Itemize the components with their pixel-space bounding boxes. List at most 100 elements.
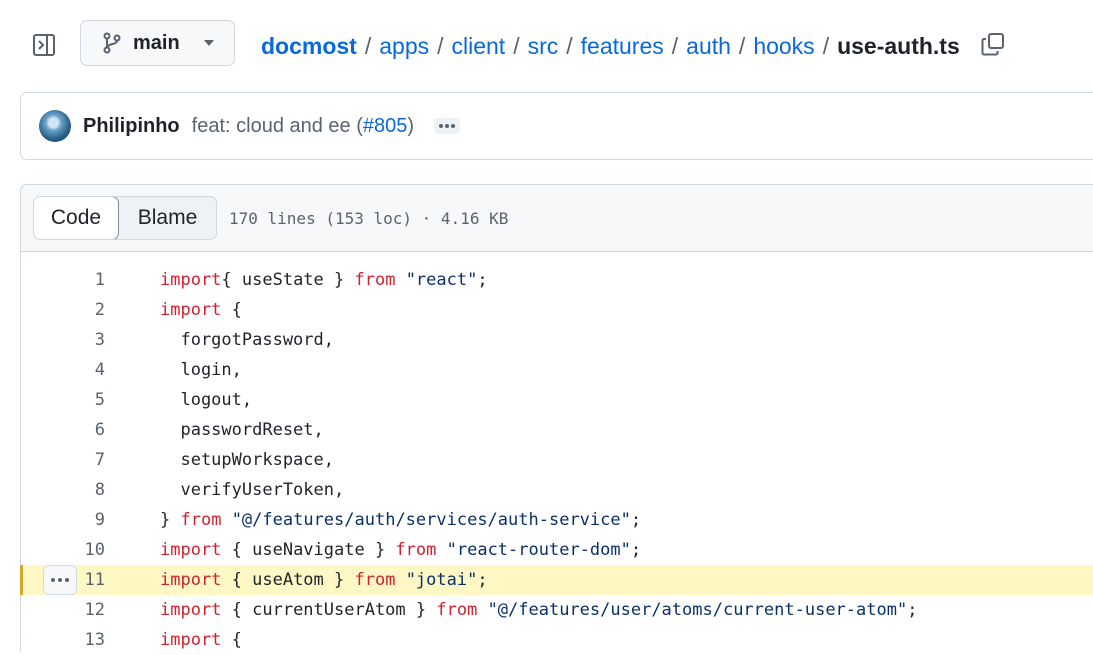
git-branch-icon xyxy=(103,32,121,54)
line-number[interactable]: 3 xyxy=(21,325,105,355)
breadcrumb-link-hooks[interactable]: hooks xyxy=(753,33,814,60)
code-text: { currentUserAtom } xyxy=(221,600,437,620)
triangle-down-icon xyxy=(202,38,216,48)
code-keyword: import xyxy=(160,300,222,320)
code-string: "@/features/user/atoms/current-user-atom… xyxy=(487,600,908,620)
code-string: "@/features/auth/services/auth-service" xyxy=(231,510,631,530)
line-code: setupWorkspace, xyxy=(160,445,334,475)
code-text: ; xyxy=(477,270,488,290)
code-text: verifyUserToken, xyxy=(160,480,345,500)
avatar[interactable] xyxy=(39,110,71,142)
line-code: login, xyxy=(160,355,241,385)
line-code: logout, xyxy=(160,385,252,415)
code-line[interactable]: 11 import { useAtom } from "jotai"; xyxy=(20,565,1093,595)
code-text: forgotPassword, xyxy=(160,330,334,350)
commit-author-link[interactable]: Philipinho xyxy=(83,115,180,138)
code-string: "react-router-dom" xyxy=(446,540,631,560)
branch-selector-button[interactable]: main xyxy=(80,20,235,66)
copy-path-button[interactable] xyxy=(979,30,1007,58)
breadcrumb-repo-link[interactable]: docmost xyxy=(261,33,357,60)
commit-details-button[interactable] xyxy=(434,118,461,134)
line-code: } from "@/features/auth/services/auth-se… xyxy=(160,505,641,535)
code-line[interactable]: 6 passwordReset, xyxy=(21,415,1093,445)
copy-icon xyxy=(981,33,1004,56)
code-keyword: from xyxy=(395,540,437,560)
line-code: verifyUserToken, xyxy=(160,475,344,505)
code-line[interactable]: 13 import { xyxy=(21,625,1093,655)
line-code: import{ useState } from "react"; xyxy=(160,265,488,295)
latest-commit-box: Philipinho feat: cloud and ee (#805) xyxy=(20,92,1093,160)
code-keyword: from xyxy=(354,570,396,590)
tab-code[interactable]: Code xyxy=(34,197,119,239)
code-line[interactable]: 3 forgotPassword, xyxy=(21,325,1093,355)
code-line[interactable]: 12 import { currentUserAtom } from "@/fea… xyxy=(21,595,1093,625)
code-text: { useAtom } xyxy=(221,570,355,590)
code-line[interactable]: 9} from "@/features/auth/services/auth-s… xyxy=(21,505,1093,535)
line-code: import { useAtom } from "jotai"; xyxy=(160,565,488,595)
code-text: } xyxy=(160,510,181,530)
line-number[interactable]: 1 xyxy=(21,265,105,295)
sidebar-expand-button[interactable] xyxy=(30,31,58,59)
breadcrumb-link-src[interactable]: src xyxy=(528,33,559,60)
code-text: { xyxy=(221,300,242,320)
code-text: ; xyxy=(630,540,642,560)
breadcrumb-link-auth[interactable]: auth xyxy=(686,33,731,60)
pull-request-link[interactable]: #805 xyxy=(363,115,408,137)
line-code: import { xyxy=(160,625,242,655)
line-code: import { currentUserAtom } from "@/featu… xyxy=(160,595,917,625)
code-line[interactable]: 10 import { useNavigate } from "react-rou… xyxy=(21,535,1093,565)
code-keyword: from xyxy=(354,270,396,290)
code-line[interactable]: 2 import { xyxy=(21,295,1093,325)
breadcrumb-current-file: use-auth.ts xyxy=(837,32,960,59)
code-string: "react" xyxy=(405,270,478,290)
line-code: forgotPassword, xyxy=(160,325,334,355)
line-number[interactable]: 10 xyxy=(21,535,105,565)
line-number[interactable]: 9 xyxy=(21,505,105,535)
code-line[interactable]: 8 verifyUserToken, xyxy=(21,475,1093,505)
breadcrumb-separator: / xyxy=(364,32,372,59)
line-number[interactable]: 6 xyxy=(21,415,105,445)
breadcrumb-link-apps[interactable]: apps xyxy=(379,33,429,60)
code-line[interactable]: 7 setupWorkspace, xyxy=(21,445,1093,475)
code-text: { useState } xyxy=(221,270,355,290)
tab-blame[interactable]: Blame xyxy=(119,197,216,239)
breadcrumb-link-client[interactable]: client xyxy=(452,33,506,60)
breadcrumb-link-features[interactable]: features xyxy=(581,33,664,60)
breadcrumb-separator: / xyxy=(671,32,679,59)
code-viewer[interactable]: 1 import{ useState } from "react"; 2 import… xyxy=(20,252,1093,652)
commit-message-text[interactable]: feat: cloud and ee ( xyxy=(192,115,363,137)
breadcrumb-separator: / xyxy=(822,32,830,59)
line-number[interactable]: 12 xyxy=(21,595,105,625)
line-number[interactable]: 13 xyxy=(21,625,105,655)
code-keyword: from xyxy=(436,600,478,620)
code-text: logout, xyxy=(160,390,253,410)
code-text: ; xyxy=(907,600,918,620)
line-number[interactable]: 8 xyxy=(21,475,105,505)
line-code: import { xyxy=(160,295,242,325)
commit-message[interactable]: feat: cloud and ee (#805) xyxy=(192,115,414,138)
code-text: ; xyxy=(477,570,488,590)
code-keyword: from xyxy=(180,510,222,530)
line-code: import { useNavigate } from "react-route… xyxy=(160,535,641,565)
line-number[interactable]: 5 xyxy=(21,385,105,415)
commit-message-end: ) xyxy=(407,114,415,137)
code-line[interactable]: 5 logout, xyxy=(21,385,1093,415)
code-keyword: import xyxy=(160,600,222,620)
code-keyword: import xyxy=(160,570,222,590)
line-number[interactable]: 7 xyxy=(21,445,105,475)
code-line[interactable]: 4 login, xyxy=(21,355,1093,385)
line-number[interactable]: 11 xyxy=(21,565,105,595)
line-number[interactable]: 2 xyxy=(21,295,105,325)
sidebar-expand-icon xyxy=(33,34,55,56)
code-text: { useNavigate } xyxy=(221,540,396,560)
line-number[interactable]: 4 xyxy=(21,355,105,385)
breadcrumb-separator: / xyxy=(513,32,520,59)
file-header: Code Blame 170 lines (153 loc) · 4.16 KB xyxy=(20,184,1093,252)
code-keyword: import xyxy=(160,630,222,650)
code-text: setupWorkspace, xyxy=(160,450,334,470)
code-line[interactable]: 1 import{ useState } from "react"; xyxy=(21,265,1093,295)
